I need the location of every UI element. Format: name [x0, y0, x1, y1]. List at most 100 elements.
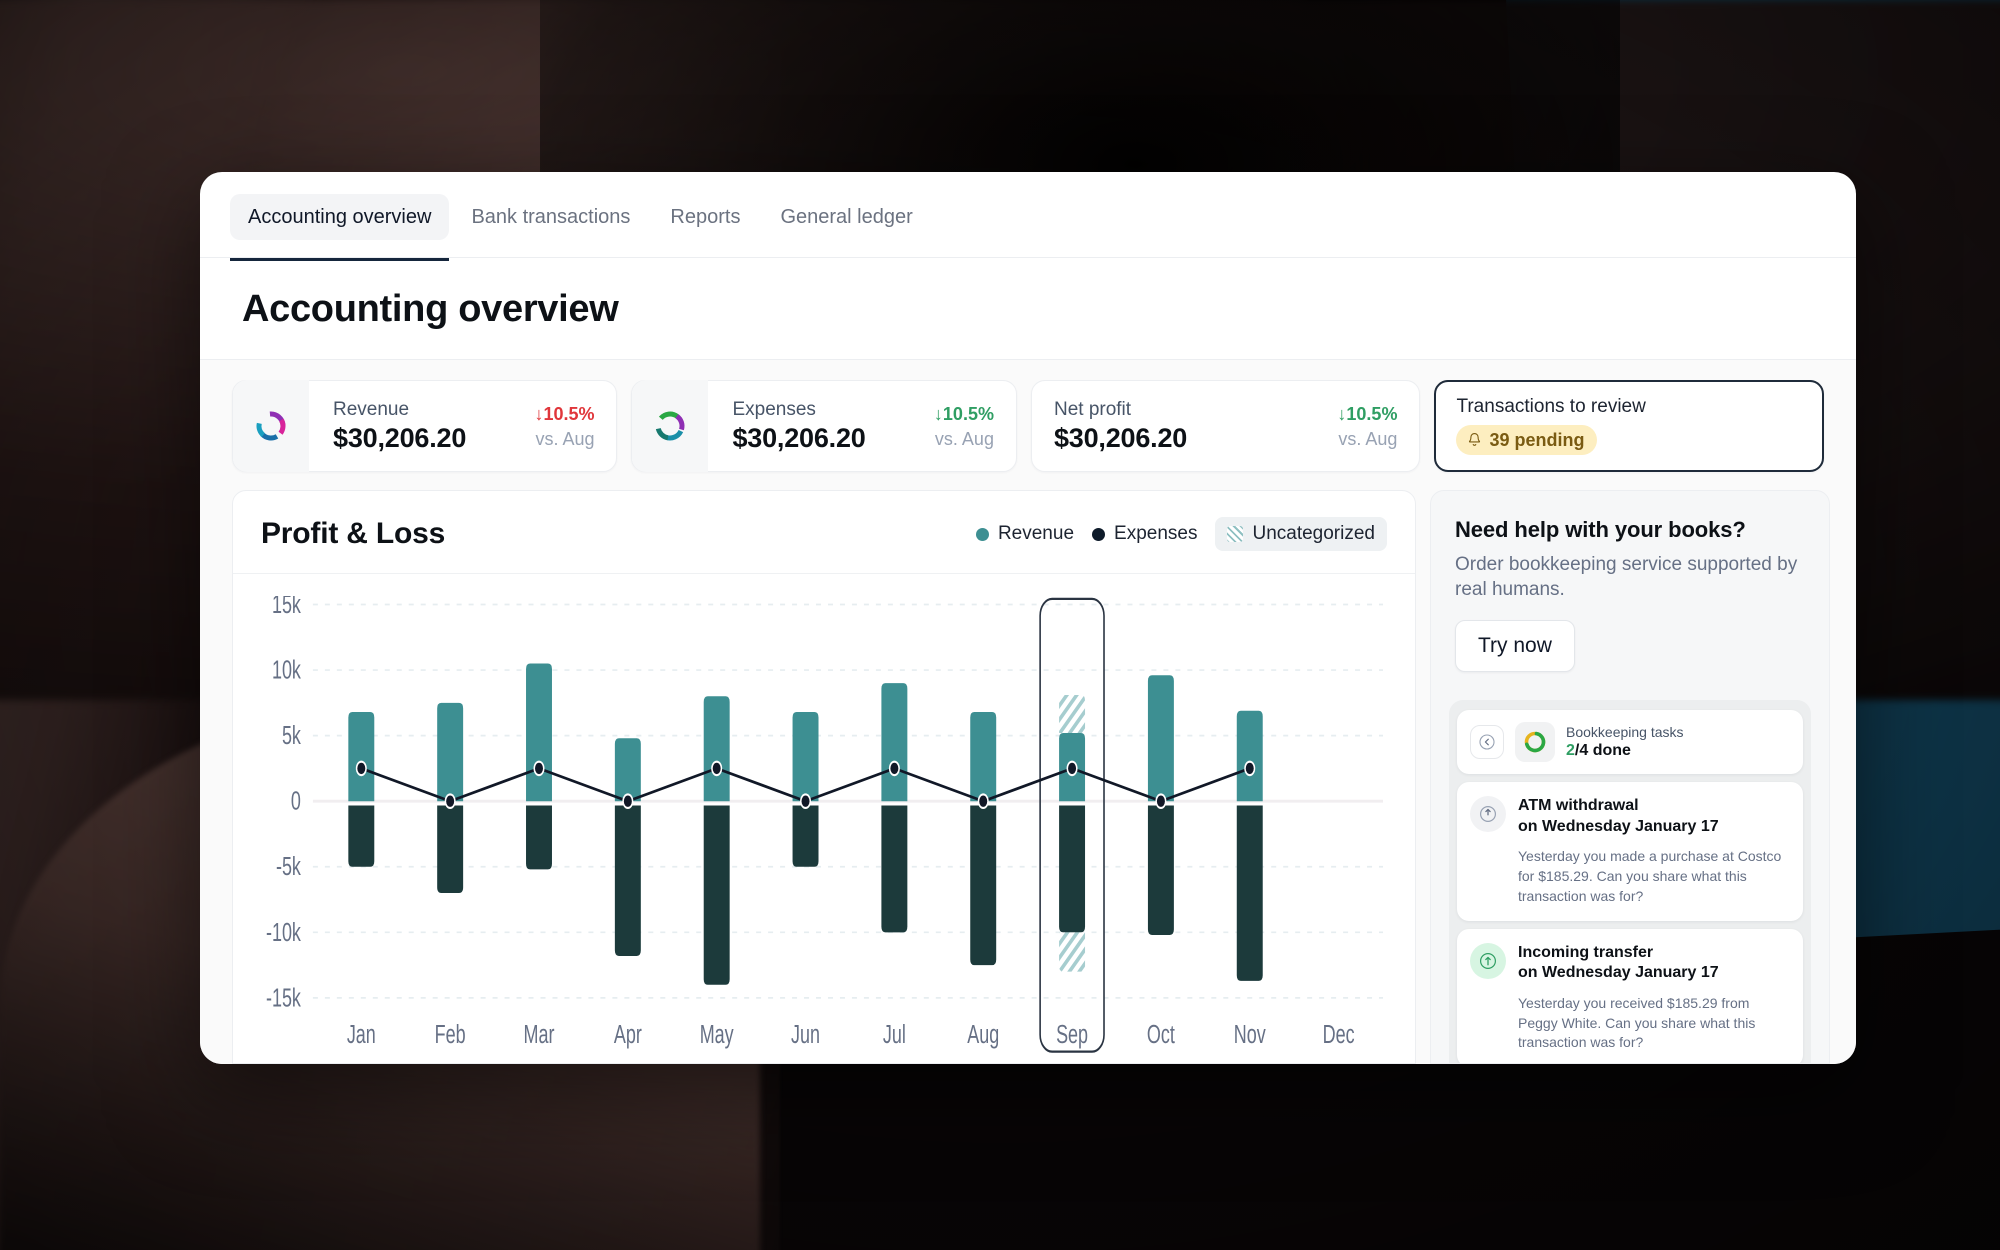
chart-y-axis-labels: 15k 10k 5k 0 -5k -10k -15k [266, 596, 302, 1012]
tasks-label: Bookkeeping tasks [1566, 723, 1684, 740]
kpi-delta: ↓10.5% [1337, 403, 1398, 424]
notification-description: Yesterday you received $185.29 from Pegg… [1518, 994, 1756, 1051]
svg-text:0: 0 [291, 787, 301, 816]
back-button[interactable] [1470, 725, 1504, 760]
kpi-value: $30,206.20 [1053, 423, 1188, 453]
donut-chart-icon [256, 411, 286, 441]
revenue-icon-container [233, 380, 309, 472]
tasks-count-done: 2 [1566, 742, 1575, 759]
chart-header: Profit & Loss Revenue Expenses Uncategor… [233, 491, 1415, 574]
kpi-card-revenue[interactable]: Revenue $30,206.20 ↓10.5% vs. Aug [232, 380, 618, 472]
svg-text:Sep: Sep [1056, 1020, 1088, 1049]
try-now-button[interactable]: Try now [1455, 620, 1575, 673]
status-badge[interactable]: 39 pending [1456, 425, 1598, 455]
tab-bank-transactions[interactable]: Bank transactions [453, 194, 648, 240]
svg-text:10k: 10k [272, 655, 302, 684]
kpi-label: Revenue [333, 399, 410, 420]
tasks-icon-container [1515, 722, 1555, 763]
notification-title-line1: Incoming transfer [1518, 943, 1654, 961]
notification-card-atm-withdrawal[interactable]: ATM withdrawal on Wednesday January 17 Y… [1457, 782, 1803, 921]
notification-title: Incoming transfer on Wednesday January 1… [1518, 943, 1789, 984]
incoming-transfer-icon-container [1470, 942, 1506, 979]
kpi-label: Expenses [732, 399, 816, 420]
svg-text:-15k: -15k [266, 983, 302, 1012]
incoming-transfer-icon [1479, 952, 1497, 969]
kpi-comparison: vs. Aug [535, 428, 595, 449]
notification-title-line1: ATM withdrawal [1518, 797, 1639, 815]
chart-plot-area: 15k 10k 5k 0 -5k -10k -15k Jan Feb Mar Apr May Jun J… [233, 574, 1415, 1063]
promo-title: Need help with your books? [1455, 517, 1746, 542]
tasks-count: 2/4 done [1566, 742, 1684, 760]
atm-withdrawal-icon-container [1470, 796, 1506, 833]
svg-text:Mar: Mar [524, 1020, 555, 1049]
legend-dot-expenses [1092, 527, 1106, 541]
kpi-card-net-profit[interactable]: Net profit $30,206.20 ↓10.5% vs. Aug [1030, 380, 1421, 472]
chart-legend: Revenue Expenses Uncategorized [975, 517, 1387, 551]
bell-icon [1469, 433, 1481, 446]
expenses-icon-container [632, 380, 709, 472]
tab-general-ledger[interactable]: General ledger [762, 194, 930, 240]
svg-text:Apr: Apr [614, 1020, 642, 1049]
svg-text:Jun: Jun [791, 1020, 820, 1049]
kpi-value: $30,206.20 [732, 423, 866, 453]
legend-label: Uncategorized [1252, 523, 1375, 544]
atm-withdrawal-icon [1479, 806, 1497, 823]
kpi-row: Revenue $30,206.20 ↓10.5% vs. Aug Expens… [232, 380, 1824, 472]
svg-text:Dec: Dec [1323, 1020, 1355, 1049]
svg-text:-5k: -5k [276, 852, 302, 881]
promo-text: Order bookkeeping service supported by r… [1455, 554, 1798, 601]
kpi-value: $30,206.20 [333, 423, 467, 453]
kpi-comparison: vs. Aug [934, 428, 994, 449]
svg-text:Nov: Nov [1234, 1020, 1266, 1049]
tasks-count-rest: /4 done [1574, 742, 1631, 759]
svg-text:Aug: Aug [967, 1020, 999, 1049]
svg-text:-10k: -10k [266, 918, 302, 947]
page-body: Revenue $30,206.20 ↓10.5% vs. Aug Expens… [200, 360, 1856, 1064]
profit-loss-chart[interactable]: 15k10k5k0-5k-10k-15k Jan Feb Mar Apr May Jun J… [255, 596, 1393, 1063]
kpi-label: Net profit [1053, 399, 1132, 420]
profit-loss-card: Profit & Loss Revenue Expenses Uncategor… [232, 490, 1416, 1064]
legend-dot-revenue [975, 527, 989, 541]
app-window: Accounting overview Bank transactions Re… [200, 172, 1856, 1064]
right-sidebar: Need help with your books? Order bookkee… [1430, 490, 1830, 1064]
chart-bars [348, 663, 1263, 985]
svg-text:Feb: Feb [435, 1020, 466, 1049]
svg-text:Jan: Jan [347, 1020, 376, 1049]
kpi-card-expenses[interactable]: Expenses $30,206.20 ↓10.5% vs. Aug [631, 380, 1017, 472]
svg-text:15k: 15k [272, 596, 302, 619]
progress-donut-icon [1524, 731, 1546, 753]
notification-card-incoming-transfer[interactable]: Incoming transfer on Wednesday January 1… [1457, 928, 1803, 1063]
kpi-delta: ↓10.5% [534, 403, 595, 424]
donut-chart-icon [655, 411, 685, 441]
kpi-delta: ↓10.5% [933, 403, 994, 424]
chart-title: Profit & Loss [261, 517, 446, 550]
legend-swatch-uncategorized [1227, 526, 1244, 542]
tab-accounting-overview[interactable]: Accounting overview [230, 194, 450, 261]
activity-feed: Bookkeeping tasks 2/4 done ATM withdrawa… [1449, 700, 1811, 1063]
legend-item-uncategorized[interactable]: Uncategorized [1215, 517, 1387, 551]
bookkeeping-tasks-card[interactable]: Bookkeeping tasks 2/4 done [1457, 710, 1803, 775]
status-badge-text: 39 pending [1489, 430, 1585, 450]
svg-text:Jul: Jul [883, 1020, 906, 1049]
kpi-comparison: vs. Aug [1338, 428, 1398, 449]
tab-bar: Accounting overview Bank transactions Re… [200, 172, 1856, 261]
notification-title: ATM withdrawal on Wednesday January 17 [1518, 796, 1789, 837]
page-header: Accounting overview [200, 258, 1856, 360]
kpi-card-transactions-to-review[interactable]: Transactions to review 39 pending [1434, 380, 1824, 472]
chart-x-axis-labels: Jan Feb Mar Apr May Jun Jul Aug Sep Oct Nov Dec [347, 1020, 1355, 1049]
legend-item-revenue[interactable]: Revenue [975, 523, 1075, 545]
notification-title-line2: on Wednesday January 17 [1518, 964, 1719, 982]
back-arrow-icon [1479, 734, 1495, 750]
tab-reports[interactable]: Reports [652, 194, 758, 240]
transactions-title: Transactions to review [1456, 396, 1646, 417]
legend-label: Expenses [1114, 523, 1198, 544]
notification-title-line2: on Wednesday January 17 [1518, 817, 1719, 835]
page-title: Accounting overview [242, 288, 619, 330]
notification-description: Yesterday you made a purchase at Costco … [1518, 848, 1782, 904]
promo-block: Need help with your books? Order bookkee… [1431, 491, 1829, 692]
svg-text:May: May [700, 1020, 734, 1049]
svg-text:5k: 5k [282, 721, 302, 750]
legend-item-expenses[interactable]: Expenses [1092, 523, 1197, 545]
svg-text:Oct: Oct [1147, 1020, 1175, 1049]
legend-label: Revenue [997, 523, 1075, 544]
